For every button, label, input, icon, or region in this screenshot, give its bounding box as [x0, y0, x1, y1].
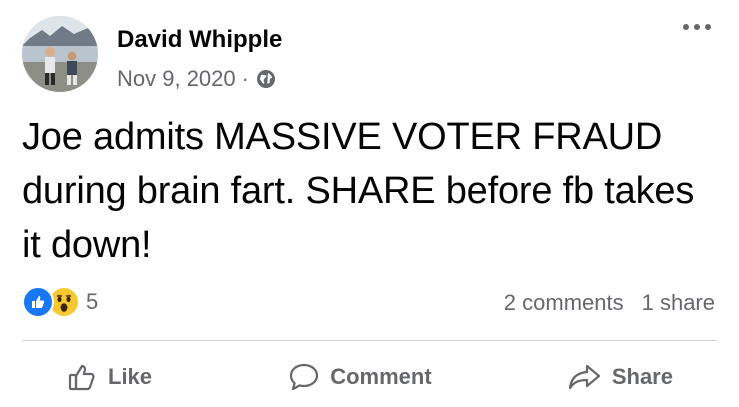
post-date[interactable]: Nov 9, 2020 — [117, 66, 236, 92]
action-bar: Like Comment Share — [22, 352, 717, 402]
comment-bubble-icon — [290, 363, 319, 391]
reactions-summary[interactable]: 5 — [22, 286, 98, 318]
reaction-count: 5 — [86, 289, 99, 314]
comments-count-link[interactable]: 2 comments — [504, 290, 624, 316]
avatar-photo — [22, 16, 98, 92]
shares-count-link[interactable]: 1 share — [642, 290, 715, 316]
engagement-counts: 2 comments 1 share — [504, 290, 715, 316]
comment-button[interactable]: Comment — [244, 361, 475, 393]
post-text: Joe admits MASSIVE VOTER FRAUD during br… — [22, 116, 695, 266]
share-label: Share — [611, 364, 673, 389]
more-dot — [683, 24, 689, 30]
post-meta: Nov 9, 2020 · — [117, 66, 276, 92]
more-options-icon[interactable] — [683, 24, 711, 30]
reaction-icons — [22, 286, 80, 318]
share-button[interactable]: Share — [524, 361, 717, 393]
like-button[interactable]: Like — [22, 361, 196, 393]
divider — [22, 340, 717, 341]
like-label: Like — [108, 364, 153, 389]
thumbs-up-icon — [68, 364, 95, 391]
author-name[interactable]: David Whipple — [117, 26, 282, 54]
share-arrow-icon — [568, 364, 600, 390]
globe-icon — [256, 69, 276, 89]
more-dot — [705, 24, 711, 30]
like-reaction-icon — [22, 286, 54, 318]
more-dot — [694, 24, 700, 30]
meta-separator: · — [241, 66, 249, 91]
comment-label: Comment — [330, 364, 432, 389]
avatar[interactable] — [22, 16, 98, 92]
facebook-post: David Whipple Nov 9, 2020 · Joe admits M… — [0, 0, 739, 407]
